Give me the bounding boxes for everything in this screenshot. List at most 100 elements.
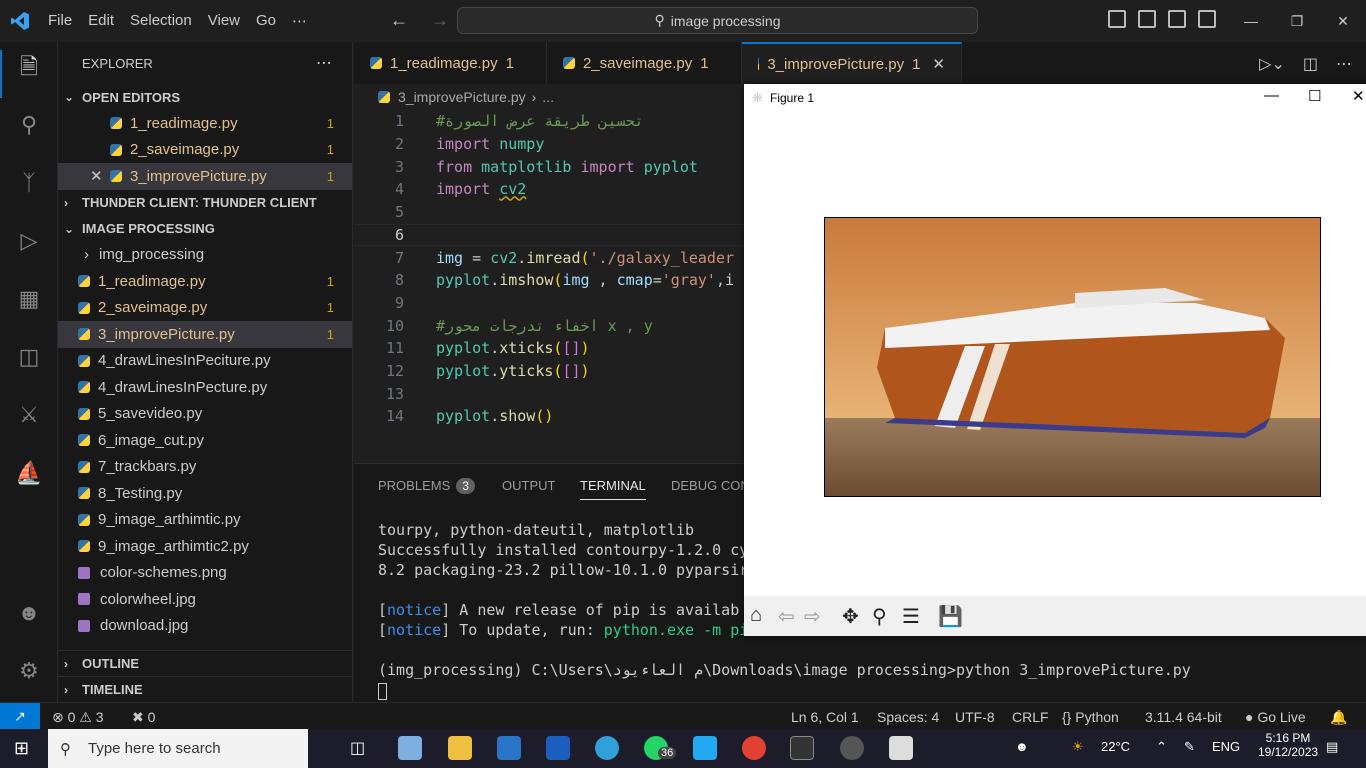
menu-view[interactable]: View [200, 12, 248, 30]
menu-more[interactable]: ⋯ [284, 12, 315, 30]
tab-debug-console[interactable]: DEBUG CON [671, 478, 750, 493]
code-editor[interactable]: 1 #تحسين طريقة عرض الصورة 2 import numpy 3… [354, 110, 744, 463]
chevron-up-icon[interactable]: ⌃ [1156, 739, 1167, 755]
breadcrumb-symbol[interactable]: ... [542, 89, 554, 105]
save-icon[interactable]: 💾 [938, 604, 963, 629]
toggle-sidebar-icon[interactable] [1108, 10, 1126, 28]
media-player-icon[interactable] [840, 736, 864, 760]
menu-selection[interactable]: Selection [122, 12, 200, 30]
open-editor-item[interactable]: 1_readimage.py 1 [58, 110, 352, 137]
restore-icon[interactable]: ❐ [1274, 13, 1320, 30]
outline-section[interactable]: › OUTLINE [58, 650, 352, 676]
task-view-icon[interactable]: ◫ [350, 738, 365, 758]
open-editors-section[interactable]: ⌄ OPEN EDITORS [58, 84, 352, 110]
back-arrow-icon[interactable]: ⇦ [778, 604, 795, 629]
close-editor-icon[interactable]: ✕ [90, 167, 110, 185]
terminal-cursor[interactable] [378, 683, 387, 700]
zoom-icon[interactable]: ⚲ [872, 604, 887, 629]
pan-icon[interactable]: ✥ [842, 604, 859, 629]
notifications-icon[interactable]: 🔔 [1330, 709, 1347, 726]
settings-gear-icon[interactable]: ⚙ [14, 656, 44, 686]
close-icon[interactable]: ✕ [1320, 13, 1366, 30]
remote-indicator-icon[interactable]: ↗ [0, 702, 40, 730]
folder-item[interactable]: › img_processing [58, 242, 352, 269]
home-icon[interactable]: ⌂ [750, 604, 762, 627]
account-icon[interactable]: ☻ [14, 598, 44, 628]
open-editor-item[interactable]: ✕ 3_improvePicture.py 1 [58, 163, 352, 190]
file-item[interactable]: 8_Testing.py [58, 480, 352, 507]
file-item[interactable]: 1_readimage.py 1 [58, 268, 352, 295]
edge-icon[interactable] [595, 736, 619, 760]
ports-status[interactable]: ✖ 0 [132, 709, 155, 726]
defender-icon[interactable] [546, 736, 570, 760]
more-actions-icon[interactable]: ⋯ [1336, 54, 1352, 74]
explorer-icon[interactable]: 🗎 [14, 54, 44, 84]
timeline-section[interactable]: › TIMELINE [58, 676, 352, 702]
file-item[interactable]: 5_savevideo.py [58, 401, 352, 428]
clock[interactable]: 5:16 PM 19/12/2023 [1258, 731, 1318, 759]
language-mode[interactable]: {} Python [1062, 709, 1119, 725]
taskbar-search[interactable]: ⚲ Type here to search [48, 729, 308, 768]
toggle-secondary-sidebar-icon[interactable] [1168, 10, 1186, 28]
testing-icon[interactable]: ⚔ [14, 400, 44, 430]
file-item[interactable]: 4_drawLinesInPecture.py [58, 374, 352, 401]
file-item[interactable]: download.jpg [58, 613, 352, 640]
tab-saveimage[interactable]: 2_saveimage.py 1 [547, 42, 742, 84]
command-center-search[interactable]: ⚲ image processing [457, 7, 978, 34]
app-icon[interactable] [497, 736, 521, 760]
file-item[interactable]: 4_drawLinesInPeciture.py [58, 348, 352, 375]
python-interpreter[interactable]: 3.11.4 64-bit [1145, 709, 1222, 725]
go-live-button[interactable]: ● Go Live [1245, 709, 1306, 725]
toggle-panel-icon[interactable] [1138, 10, 1156, 28]
notes-app-icon[interactable] [398, 736, 422, 760]
open-editor-item[interactable]: 2_saveimage.py 1 [58, 137, 352, 164]
temperature[interactable]: 22°C [1101, 739, 1130, 754]
encoding[interactable]: UTF-8 [955, 709, 995, 725]
more-actions-icon[interactable]: ⋯ [316, 53, 332, 73]
tab-terminal[interactable]: TERMINAL [580, 478, 646, 500]
problems-status[interactable]: ⊗ 0 ⚠ 3 [52, 709, 104, 726]
pen-icon[interactable]: ✎ [1184, 739, 1195, 755]
run-python-icon[interactable]: ▷⌄ [1259, 54, 1285, 74]
file-item[interactable]: 6_image_cut.py [58, 427, 352, 454]
tab-problems[interactable]: PROBLEMS 3 [378, 478, 475, 494]
terminal-icon[interactable] [790, 736, 814, 760]
remote-explorer-icon[interactable]: ◫ [14, 342, 44, 372]
menu-edit[interactable]: Edit [80, 12, 122, 30]
file-item[interactable]: 9_image_arthimtic2.py [58, 533, 352, 560]
forward-arrow-icon[interactable]: ⇨ [804, 604, 821, 629]
subplots-config-icon[interactable]: ☰ [902, 604, 920, 629]
split-editor-icon[interactable]: ◫ [1303, 54, 1318, 74]
notification-center-icon[interactable]: ▤ [1326, 739, 1338, 755]
people-icon[interactable]: ☻ [1015, 739, 1029, 754]
minimize-icon[interactable]: — [1264, 87, 1279, 104]
cursor-position[interactable]: Ln 6, Col 1 [791, 709, 859, 725]
close-tab-icon[interactable]: ✕ [932, 55, 945, 73]
matplotlib-taskbar-icon[interactable] [889, 736, 913, 760]
windows-start-icon[interactable]: ⊞ [14, 738, 29, 759]
project-section[interactable]: ⌄ IMAGE PROCESSING [58, 216, 352, 242]
indentation[interactable]: Spaces: 4 [877, 709, 939, 725]
search-icon[interactable]: ⚲ [14, 110, 44, 140]
run-debug-icon[interactable]: ▷ [14, 226, 44, 256]
minimize-icon[interactable]: — [1228, 13, 1274, 29]
forward-arrow-icon[interactable]: → [431, 10, 449, 30]
close-icon[interactable]: ✕ [1352, 87, 1365, 105]
thunder-client-section[interactable]: › THUNDER CLIENT: THUNDER CLIENT [58, 190, 352, 216]
tab-readimage[interactable]: 1_readimage.py 1 [354, 42, 547, 84]
file-explorer-icon[interactable] [448, 736, 472, 760]
menu-file[interactable]: File [40, 12, 80, 30]
file-item[interactable]: colorwheel.jpg [58, 586, 352, 613]
customize-layout-icon[interactable] [1198, 10, 1216, 28]
line-ending[interactable]: CRLF [1012, 709, 1049, 725]
file-item[interactable]: color-schemes.png [58, 560, 352, 587]
chrome-icon[interactable] [742, 736, 766, 760]
file-item[interactable]: 2_saveimage.py 1 [58, 295, 352, 322]
maximize-icon[interactable]: ☐ [1308, 87, 1321, 105]
tab-improvepicture[interactable]: 3_improvePicture.py 1 ✕ [742, 42, 962, 84]
tab-output[interactable]: OUTPUT [502, 478, 555, 493]
docker-icon[interactable]: ⛵ [14, 458, 44, 488]
file-item[interactable]: 3_improvePicture.py 1 [58, 321, 352, 348]
vscode-taskbar-icon[interactable] [693, 736, 717, 760]
source-control-icon[interactable]: ᛉ [14, 168, 44, 198]
